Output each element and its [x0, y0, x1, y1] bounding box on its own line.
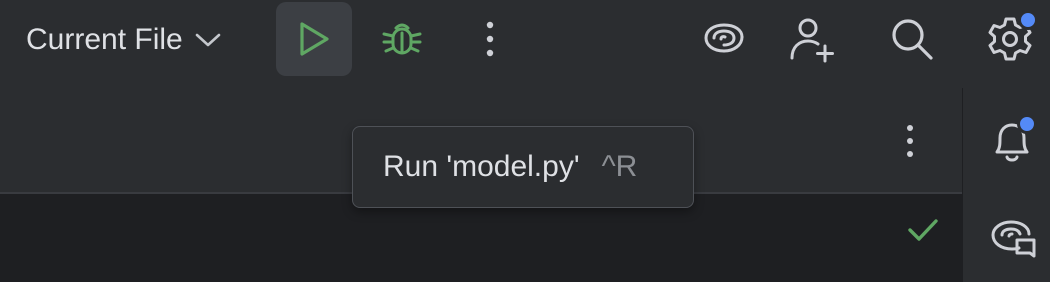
main-toolbar: Current File	[0, 0, 1050, 88]
add-user-icon	[790, 18, 834, 63]
code-with-me-button[interactable]	[774, 2, 850, 76]
editor-more-button[interactable]	[898, 122, 922, 162]
ai-assistant-icon	[704, 23, 744, 53]
settings-notification-badge	[1018, 10, 1038, 30]
ai-chat-button[interactable]	[989, 218, 1039, 264]
right-tool-strip	[962, 88, 1050, 282]
play-icon	[300, 22, 329, 56]
run-tooltip: Run 'model.py' ^R	[352, 126, 694, 208]
ai-assistant-button[interactable]	[686, 2, 762, 76]
run-button[interactable]	[276, 2, 352, 76]
run-configuration-label: Current File	[26, 23, 183, 56]
notifications-button[interactable]	[989, 114, 1037, 166]
bug-icon	[382, 23, 422, 55]
run-configuration-selector[interactable]: Current File	[26, 18, 221, 62]
settings-button[interactable]	[972, 2, 1048, 76]
search-icon	[892, 19, 933, 60]
notifications-badge	[1017, 114, 1037, 134]
checkmark-icon	[908, 219, 938, 241]
chevron-down-icon	[195, 33, 221, 47]
tooltip-shortcut: ^R	[601, 150, 638, 183]
chat-icon	[991, 220, 1036, 258]
more-actions-button[interactable]	[452, 2, 528, 76]
search-button[interactable]	[874, 2, 950, 76]
more-vertical-icon	[486, 21, 494, 57]
debug-button[interactable]	[364, 2, 440, 76]
more-vertical-icon	[907, 125, 913, 157]
ide-window: Current File Run 'model.py' ^R	[0, 0, 1050, 282]
tooltip-text: Run 'model.py'	[383, 150, 580, 183]
